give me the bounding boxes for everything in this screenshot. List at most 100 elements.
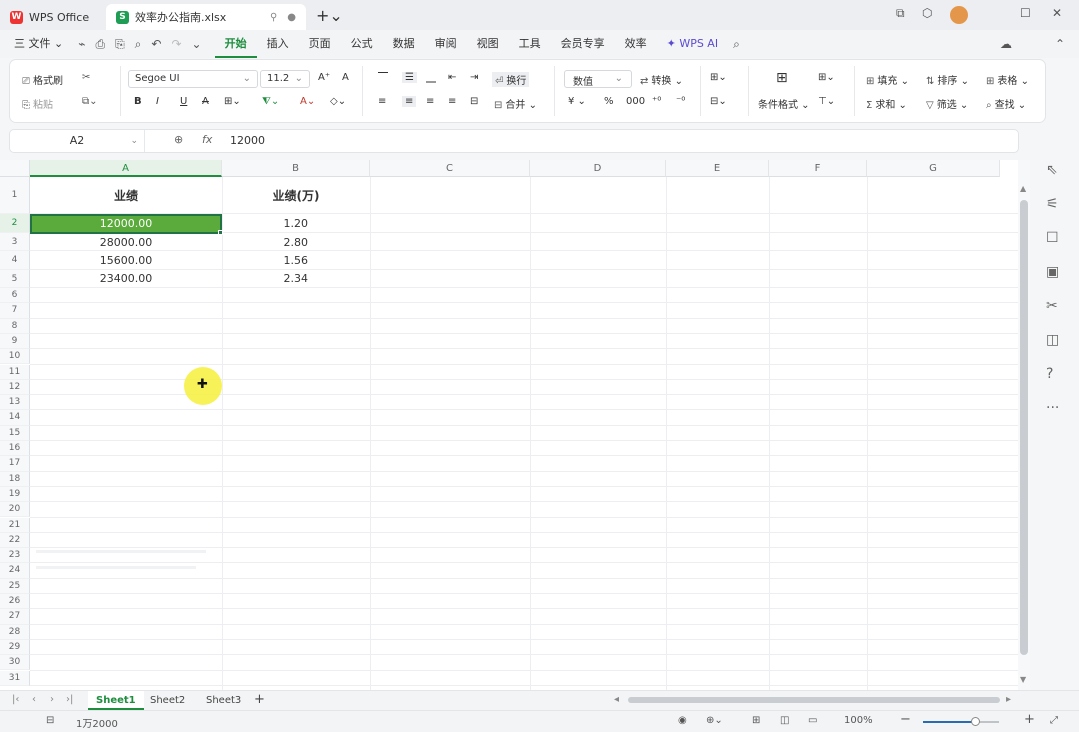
worksheet-button[interactable]: ⊟⌄ xyxy=(710,96,727,107)
fill-color-button[interactable]: ⧨⌄ xyxy=(262,96,279,107)
help-icon[interactable]: ? xyxy=(1046,366,1053,382)
close-window-icon[interactable]: ✕ xyxy=(1052,6,1062,20)
decrease-decimal-button[interactable]: ⁻⁰ xyxy=(676,96,685,107)
convert-button[interactable]: ⇄ 转换 ⌄ xyxy=(640,72,683,87)
first-sheet-icon[interactable]: |‹ xyxy=(12,694,19,705)
row-header-9[interactable]: 9 xyxy=(0,333,30,350)
decrease-indent-button[interactable]: ⇤ xyxy=(448,72,456,83)
filter-button[interactable]: ▽ 筛选 ⌄ xyxy=(926,96,968,111)
cell-b5[interactable]: 2.34 xyxy=(222,270,370,288)
print-preview-icon[interactable]: ⎙ xyxy=(90,37,110,52)
search-icon[interactable]: ⌕ xyxy=(728,37,745,52)
row-header-6[interactable]: 6 xyxy=(0,288,30,304)
row-header-16[interactable]: 16 xyxy=(0,441,30,457)
last-sheet-icon[interactable]: ›| xyxy=(66,694,73,705)
eye-icon[interactable]: ◉ xyxy=(678,715,687,726)
row-header-18[interactable]: 18 xyxy=(0,471,30,487)
cell-a4[interactable]: 15600.00 xyxy=(30,252,222,270)
restore-window-icon[interactable]: ⧉ xyxy=(896,6,905,21)
scroll-thumb[interactable] xyxy=(1020,200,1028,655)
tab-formula[interactable]: 公式 xyxy=(341,30,383,58)
align-left-button[interactable]: ≡ xyxy=(378,96,386,107)
copy-button[interactable]: ⧉⌄ xyxy=(82,96,101,107)
wrap-text-button[interactable]: ⏎ 换行 xyxy=(492,72,530,87)
row-header-26[interactable]: 26 xyxy=(0,594,30,610)
merge-button[interactable]: ⊟ 合并 ⌄ xyxy=(494,96,537,111)
italic-button[interactable]: I xyxy=(156,96,159,107)
tab-tools[interactable]: 工具 xyxy=(509,30,551,58)
spreadsheet-grid[interactable]: A B C D E F G 1 2 3 4 5 6 7 8 9 10 11 12 13 14 15 16 17 1… xyxy=(0,160,1018,690)
cut-button[interactable]: ✂ xyxy=(82,72,93,83)
selected-cell-a2[interactable]: 12000.00 xyxy=(30,214,222,234)
format-painter-button[interactable]: ⎚ 格式刷 xyxy=(22,72,63,87)
row-header-19[interactable]: 19 xyxy=(0,486,30,503)
row-header-1[interactable]: 1 xyxy=(0,177,30,214)
horizontal-scrollbar[interactable] xyxy=(628,697,1000,703)
cell-a5[interactable]: 23400.00 xyxy=(30,270,222,288)
avatar[interactable] xyxy=(950,6,968,24)
image-icon[interactable]: ▣ xyxy=(1046,264,1059,280)
protect-icon[interactable]: ⊕⌄ xyxy=(706,715,723,726)
row-header-11[interactable]: 11 xyxy=(0,364,30,380)
row-header-28[interactable]: 28 xyxy=(0,624,30,640)
name-box[interactable]: A2 ⌄ xyxy=(10,130,145,152)
align-right-button[interactable]: ≡ xyxy=(426,96,434,107)
tab-efficiency[interactable]: 效率 xyxy=(615,30,657,58)
maximize-icon[interactable]: ☐ xyxy=(1020,6,1031,20)
fx-icon[interactable]: fx xyxy=(202,133,212,146)
currency-button[interactable]: ¥ ⌄ xyxy=(568,96,586,107)
print-icon[interactable]: ⎘ xyxy=(110,37,130,52)
scroll-down-icon[interactable]: ▼ xyxy=(1020,675,1026,684)
prev-sheet-icon[interactable]: ‹ xyxy=(32,694,36,705)
cell-style-button[interactable]: ⊞⌄ xyxy=(818,72,835,83)
cloud-icon[interactable]: ☁ xyxy=(995,37,1017,51)
scroll-up-icon[interactable]: ▲ xyxy=(1020,184,1026,193)
next-sheet-icon[interactable]: › xyxy=(50,694,54,705)
column-header-g[interactable]: G xyxy=(867,160,1000,177)
align-middle-button[interactable]: ☰ xyxy=(402,72,417,83)
redo-icon[interactable]: ↷ xyxy=(166,37,186,51)
adjust-icon[interactable]: ⚟ xyxy=(1046,196,1059,212)
row-header-7[interactable]: 7 xyxy=(0,303,30,319)
zoom-level[interactable]: 100% xyxy=(844,715,873,726)
page-layout-icon[interactable]: ◫ xyxy=(780,715,789,726)
increase-indent-button[interactable]: ⇥ xyxy=(470,72,478,83)
font-name-select[interactable]: Segoe UI ⌄ xyxy=(128,70,258,88)
row-header-25[interactable]: 25 xyxy=(0,578,30,594)
find-doc-icon[interactable]: ⌕ xyxy=(130,37,147,52)
row-header-12[interactable]: 12 xyxy=(0,379,30,396)
row-header-27[interactable]: 27 xyxy=(0,609,30,625)
tab-home[interactable]: 开始 xyxy=(214,30,257,58)
row-header-14[interactable]: 14 xyxy=(0,410,30,426)
row-header-22[interactable]: 22 xyxy=(0,532,30,549)
row-header-2[interactable]: 2 xyxy=(0,214,30,233)
row-header-4[interactable]: 4 xyxy=(0,251,30,270)
zoom-slider-knob[interactable] xyxy=(971,717,980,726)
row-col-button[interactable]: ⊞⌄ xyxy=(710,72,727,83)
tab-page[interactable]: 页面 xyxy=(299,30,341,58)
save-icon[interactable]: ⌁ xyxy=(73,37,90,51)
sheet-button[interactable]: ⊞ 表格 ⌄ xyxy=(986,72,1029,87)
sort-button[interactable]: ⇅ 排序 ⌄ xyxy=(926,72,969,87)
file-menu[interactable]: 三 文件 ⌄ xyxy=(0,30,73,58)
percent-button[interactable]: % xyxy=(604,96,614,107)
tools-icon[interactable]: ✂ xyxy=(1046,298,1058,314)
row-header-29[interactable]: 29 xyxy=(0,639,30,656)
underline-button[interactable]: U xyxy=(180,96,187,107)
status-menu-icon[interactable]: ⊟ xyxy=(46,715,54,726)
cell-b3[interactable]: 2.80 xyxy=(222,234,370,252)
wps-ai-button[interactable]: ✦ WPS AI xyxy=(657,30,728,58)
zoom-slider[interactable] xyxy=(923,717,999,726)
conditional-format-button[interactable]: 条件格式 ⌄ xyxy=(758,96,810,111)
new-tab-plus-icon[interactable]: +⌄ xyxy=(316,6,343,25)
skin-icon[interactable]: ⬡ xyxy=(922,6,932,20)
column-header-e[interactable]: E xyxy=(666,160,769,177)
collapse-ribbon-icon[interactable]: ⌃ xyxy=(1050,37,1070,51)
zoom-in-icon[interactable]: + xyxy=(1024,712,1035,727)
row-header-3[interactable]: 3 xyxy=(0,232,30,251)
clear-button[interactable]: ◇⌄ xyxy=(330,96,346,107)
row-header-20[interactable]: 20 xyxy=(0,502,30,518)
border-button[interactable]: ⊞⌄ xyxy=(224,96,241,107)
tab-member[interactable]: 会员专享 xyxy=(551,30,615,58)
fullscreen-icon[interactable]: ⤢ xyxy=(1050,715,1058,726)
